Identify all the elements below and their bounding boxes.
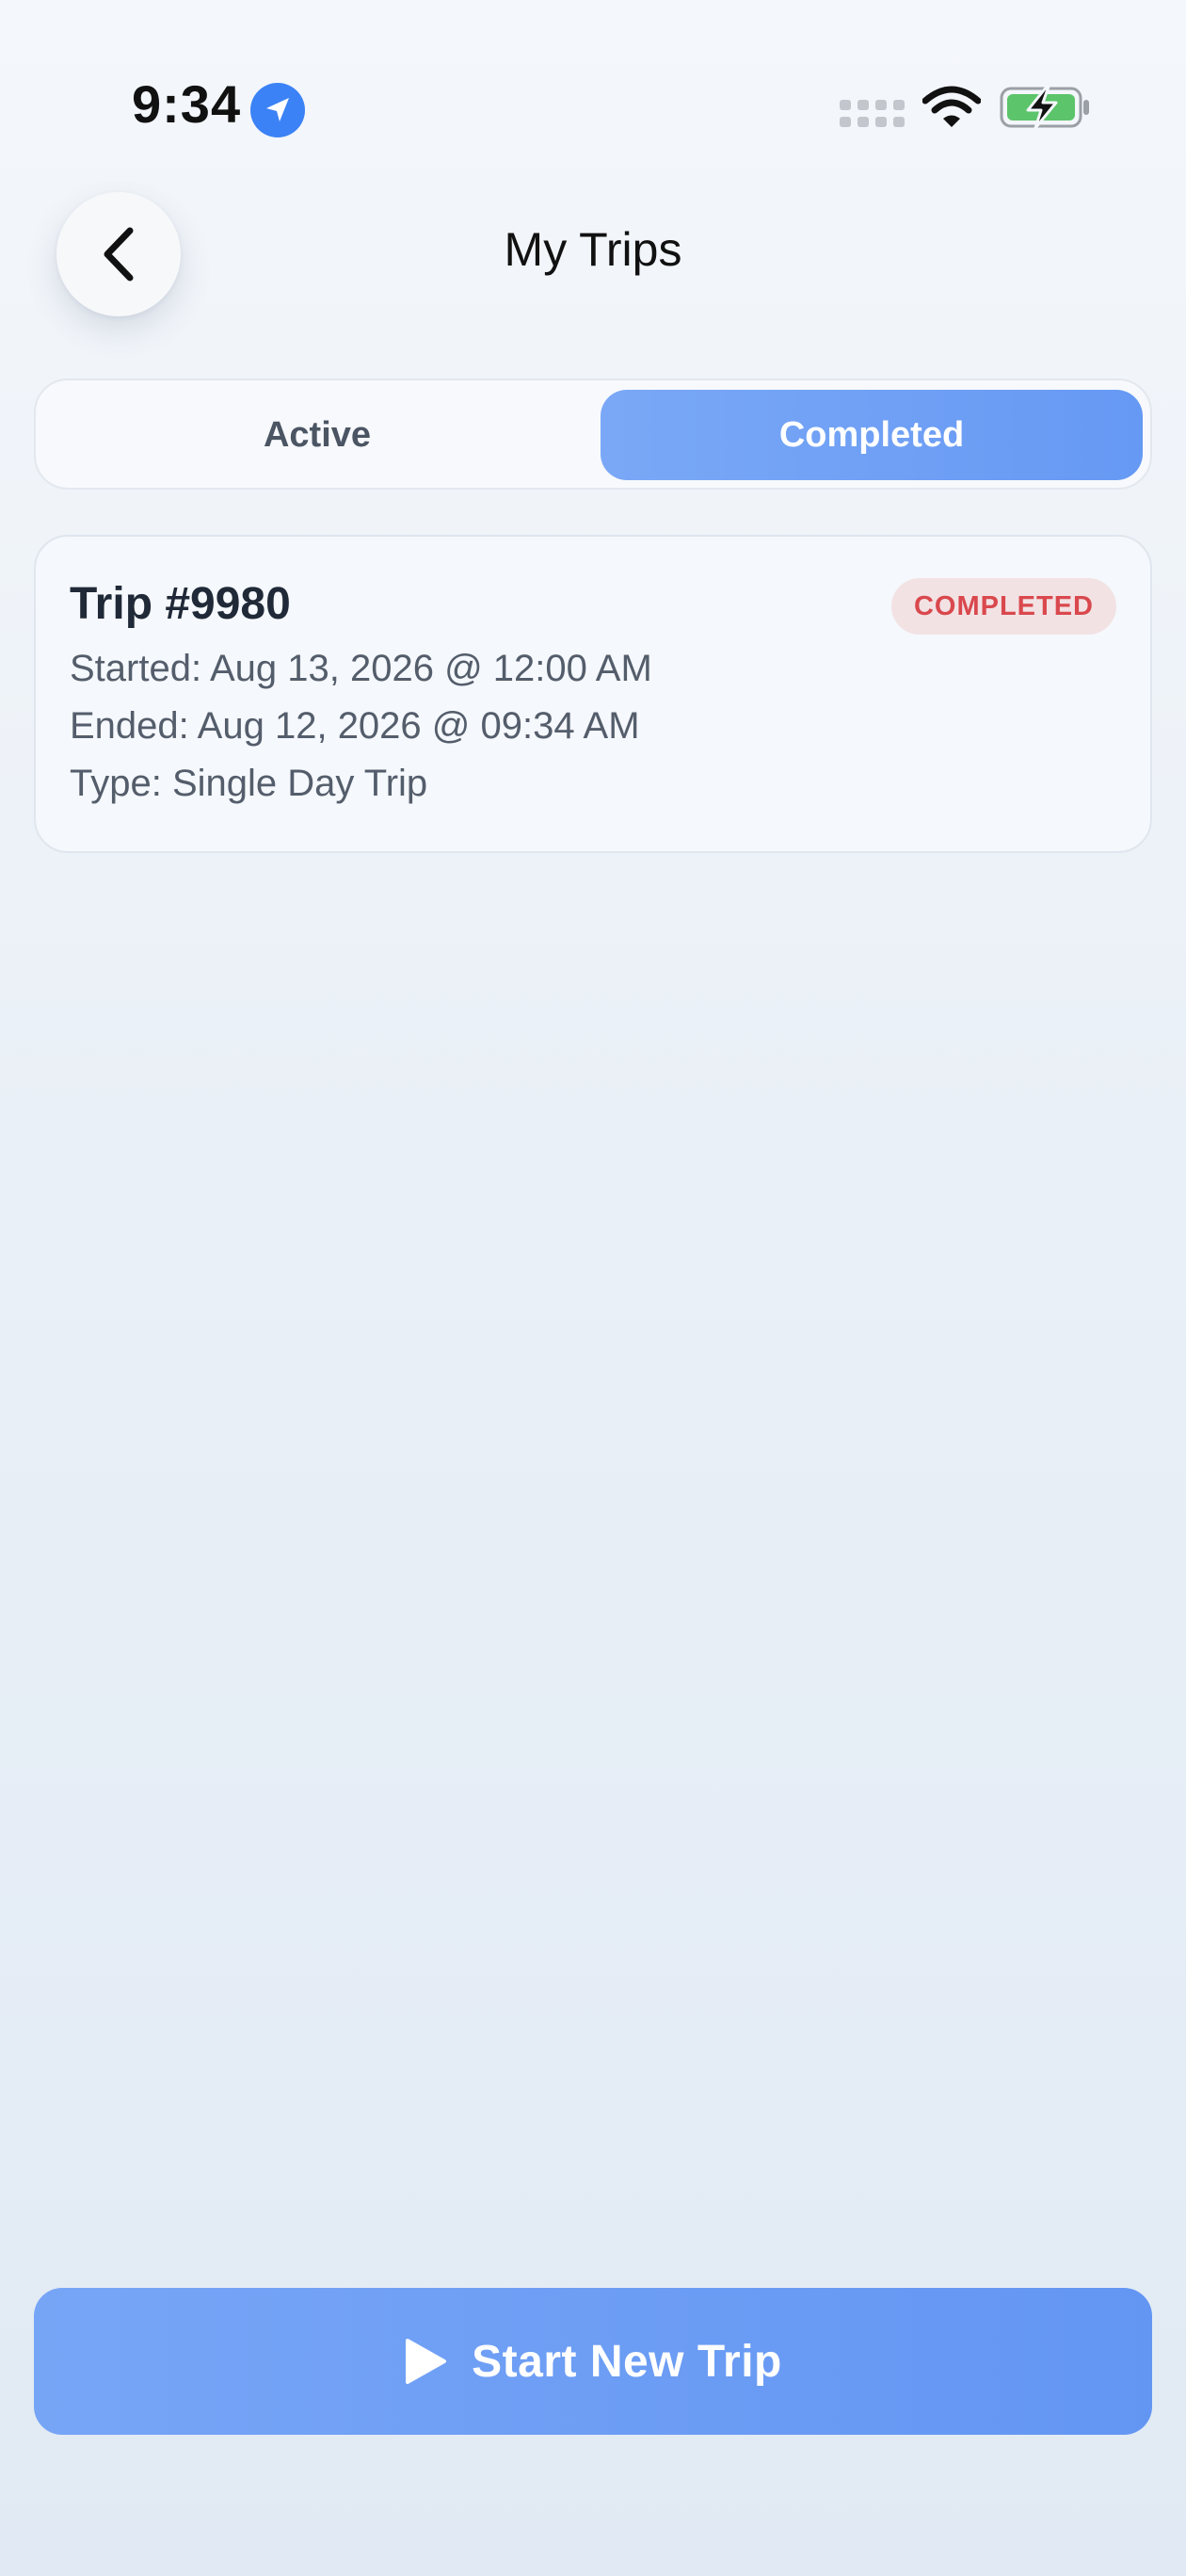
- trip-card[interactable]: Trip #9980 COMPLETED Started: Aug 13, 20…: [34, 535, 1152, 853]
- trip-status-tabs: Active Completed: [34, 378, 1152, 490]
- start-button-label: Start New Trip: [472, 2336, 782, 2387]
- tab-active[interactable]: Active: [45, 390, 589, 480]
- cellular-signal-icon: [840, 100, 905, 127]
- trip-ended: Ended: Aug 12, 2026 @ 09:34 AM: [70, 705, 640, 747]
- page-title: My Trips: [504, 223, 682, 276]
- battery-charging-icon: [1000, 85, 1089, 130]
- start-new-trip-button[interactable]: Start New Trip: [34, 2288, 1152, 2435]
- status-badge: COMPLETED: [890, 578, 1116, 635]
- wifi-icon: [922, 86, 981, 127]
- status-time: 9:34: [132, 74, 242, 134]
- play-icon: [406, 2339, 447, 2384]
- trip-started: Started: Aug 13, 2026 @ 12:00 AM: [70, 648, 652, 689]
- tab-completed[interactable]: Completed: [601, 390, 1143, 480]
- status-bar: 9:34: [0, 0, 1186, 207]
- trip-type: Type: Single Day Trip: [70, 763, 428, 804]
- trip-title: Trip #9980: [70, 579, 291, 629]
- location-arrow-icon: [250, 83, 305, 137]
